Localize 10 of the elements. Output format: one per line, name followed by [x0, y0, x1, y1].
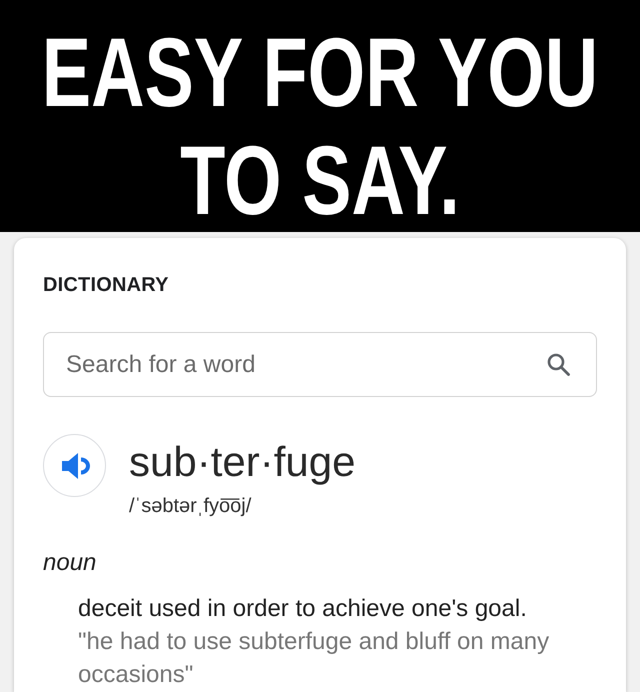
- search-field[interactable]: Search for a word: [43, 332, 597, 397]
- definition-text: deceit used in order to achieve one's goal.: [78, 594, 527, 624]
- example-sentence: "he had to use subterfuge and bluff on many occasions": [78, 627, 550, 690]
- meme-caption: EASY FOR YOU TO SAY.: [40, 18, 600, 236]
- section-heading: DICTIONARY: [43, 273, 169, 297]
- speaker-icon: [60, 452, 90, 480]
- pronunciation-text: /ˈsəbtərˌfyo͞oj/: [129, 494, 252, 518]
- search-icon[interactable]: [547, 353, 570, 376]
- part-of-speech: noun: [43, 549, 98, 577]
- headword: sub·ter·fuge: [129, 438, 356, 486]
